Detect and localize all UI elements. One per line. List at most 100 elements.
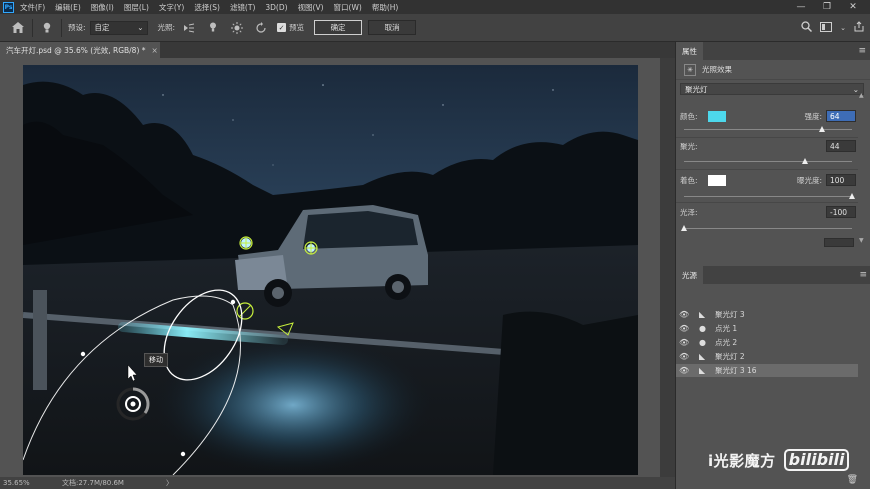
hotspot-label: 聚光: — [680, 141, 698, 151]
status-bar: 35.65% 文档:27.7M/80.6M 〉 — [0, 477, 675, 489]
reset-light-icon[interactable] — [253, 20, 269, 36]
workspace-icon[interactable] — [820, 21, 833, 35]
document-size: 文档:27.7M/80.6M — [62, 479, 124, 487]
menu-help[interactable]: 帮助(H) — [372, 2, 399, 13]
properties-panel: 属性 ≡ ✳ 光照效果 聚光灯 ⌄ 颜色: 强度: 64 聚光: 44 着色: … — [675, 42, 870, 489]
search-icon[interactable] — [801, 21, 813, 35]
chevron-down-icon: ⌄ — [137, 23, 144, 32]
hotspot-input[interactable]: 44 — [826, 140, 856, 152]
document-tab-bar: 汽车开灯.psd @ 35.6% (光效, RGB/8) * × — [0, 42, 675, 58]
color-row: 颜色: 强度: 64 — [680, 109, 856, 123]
light-item-selected[interactable]: 👁 ◣ 聚光灯 3 16 — [676, 364, 858, 377]
document-tab[interactable]: 汽车开灯.psd @ 35.6% (光效, RGB/8) * × — [0, 42, 160, 58]
scroll-up-icon[interactable]: ▲ — [859, 92, 864, 99]
menu-type[interactable]: 文字(Y) — [159, 2, 184, 13]
light-item[interactable]: 👁 ● 点光 1 — [676, 322, 858, 335]
zoom-level[interactable]: 35.65% — [0, 479, 40, 487]
preset-value: 自定 — [94, 23, 110, 32]
light-color-swatch[interactable] — [707, 110, 726, 122]
preset-select[interactable]: 自定 ⌄ — [89, 20, 148, 35]
watermark: i光影魔方 bilibili — [708, 446, 850, 474]
preview-checkbox[interactable]: ✓ — [277, 23, 287, 32]
exposure-input[interactable]: 100 — [826, 174, 856, 186]
lighting-effects-label: 光照效果 — [702, 65, 732, 74]
lighting-effects-icon: ✳ — [684, 63, 696, 76]
gloss-slider-thumb[interactable] — [681, 225, 687, 231]
exposure-label: 曝光度: — [796, 175, 822, 185]
tab-lights[interactable]: 光源 — [676, 266, 703, 284]
light-type-select[interactable]: 聚光灯 ⌄ — [680, 83, 864, 95]
scroll-down-icon[interactable]: ▼ — [859, 237, 864, 244]
exposure-slider[interactable] — [684, 193, 855, 199]
gloss-label: 光泽: — [680, 207, 698, 217]
add-point-light-icon[interactable] — [205, 20, 221, 36]
lights-menu-icon[interactable]: ≡ — [859, 270, 867, 280]
properties-scrollbar[interactable]: ▲ ▼ — [858, 92, 866, 247]
hotspot-row: 聚光: 44 — [680, 139, 856, 153]
colorize-label: 着色: — [680, 175, 698, 185]
photoshop-logo[interactable]: Ps — [3, 1, 14, 13]
light-item[interactable]: 👁 ◣ 聚光灯 3 — [676, 308, 858, 321]
eye-icon[interactable]: 👁 — [679, 310, 689, 319]
close-window-button[interactable]: ✕ — [840, 2, 866, 12]
tab-properties[interactable]: 属性 — [676, 42, 703, 60]
eye-icon[interactable]: 👁 — [679, 352, 689, 361]
intensity-label: 强度: — [804, 111, 822, 121]
light-label: 光照: — [157, 23, 176, 32]
menu-select[interactable]: 选择(S) — [194, 2, 220, 13]
minimize-button[interactable]: — — [788, 2, 814, 12]
eye-icon[interactable]: 👁 — [679, 338, 689, 347]
cancel-button[interactable]: 取消 — [368, 20, 417, 35]
intensity-input[interactable]: 64 — [826, 110, 856, 122]
add-infinite-light-icon[interactable] — [229, 20, 245, 36]
menu-3d[interactable]: 3D(D) — [265, 3, 287, 12]
lights-tab-bar: 光源 ≡ — [676, 266, 870, 284]
menu-layer[interactable]: 图层(L) — [124, 2, 149, 13]
menu-filter[interactable]: 滤镜(T) — [230, 2, 255, 13]
menu-bar: Ps 文件(F) 编辑(E) 图像(I) 图层(L) 文字(Y) 选择(S) 滤… — [0, 0, 870, 14]
exposure-slider-thumb[interactable] — [849, 193, 855, 199]
gloss-input[interactable]: -100 — [826, 206, 856, 218]
trash-icon[interactable]: 🗑 — [847, 475, 858, 485]
menu-image[interactable]: 图像(I) — [91, 2, 114, 13]
light-name: 点光 1 — [715, 324, 738, 333]
eye-icon[interactable]: 👁 — [679, 324, 689, 333]
light-item[interactable]: 👁 ● 点光 2 — [676, 336, 858, 349]
close-tab-icon[interactable]: × — [152, 46, 158, 55]
preview-label: 预览 — [289, 23, 305, 32]
canvas-image[interactable]: 移动 — [23, 65, 638, 475]
workspace-dropdown-icon[interactable]: ⌄ — [840, 24, 846, 32]
panel-menu-icon[interactable]: ≡ — [858, 46, 866, 56]
color-label: 颜色: — [680, 111, 698, 121]
light-item[interactable]: 👁 ◣ 聚光灯 2 — [676, 350, 858, 363]
menu-window[interactable]: 窗口(W) — [334, 2, 362, 13]
ok-button[interactable]: 确定 — [314, 20, 363, 35]
colorize-swatch[interactable] — [707, 174, 726, 186]
light-name: 聚光灯 3 16 — [715, 366, 757, 375]
material-input[interactable] — [824, 238, 854, 247]
gloss-slider[interactable] — [681, 225, 852, 231]
menu-view[interactable]: 视图(V) — [298, 2, 324, 13]
eye-icon[interactable]: 👁 — [679, 366, 689, 375]
point-light-icon: ● — [699, 338, 706, 347]
hotspot-slider-thumb[interactable] — [801, 158, 808, 164]
restore-button[interactable]: ❐ — [814, 2, 840, 12]
status-menu-arrow[interactable]: 〉 — [166, 478, 173, 488]
canvas-vertical-scrollbar[interactable] — [660, 58, 675, 477]
colorize-row: 着色: 曝光度: 100 — [680, 173, 856, 187]
light-name: 点光 2 — [715, 338, 738, 347]
menu-file[interactable]: 文件(F) — [20, 2, 45, 13]
intensity-slider[interactable] — [684, 126, 852, 132]
intensity-slider-thumb[interactable] — [818, 126, 825, 132]
lighting-tool-icon[interactable] — [39, 20, 55, 36]
watermark-text: i光影魔方 — [708, 451, 776, 470]
gloss-row: 光泽: -100 — [680, 205, 856, 219]
light-name: 聚光灯 2 — [715, 352, 745, 361]
menu-edit[interactable]: 编辑(E) — [55, 2, 81, 13]
light-name: 聚光灯 3 — [715, 310, 745, 319]
share-icon[interactable] — [854, 21, 864, 35]
add-spot-light-icon[interactable] — [181, 20, 197, 36]
home-icon[interactable] — [10, 20, 26, 36]
hotspot-slider[interactable] — [684, 158, 852, 164]
canvas-area[interactable]: 移动 — [0, 58, 660, 477]
